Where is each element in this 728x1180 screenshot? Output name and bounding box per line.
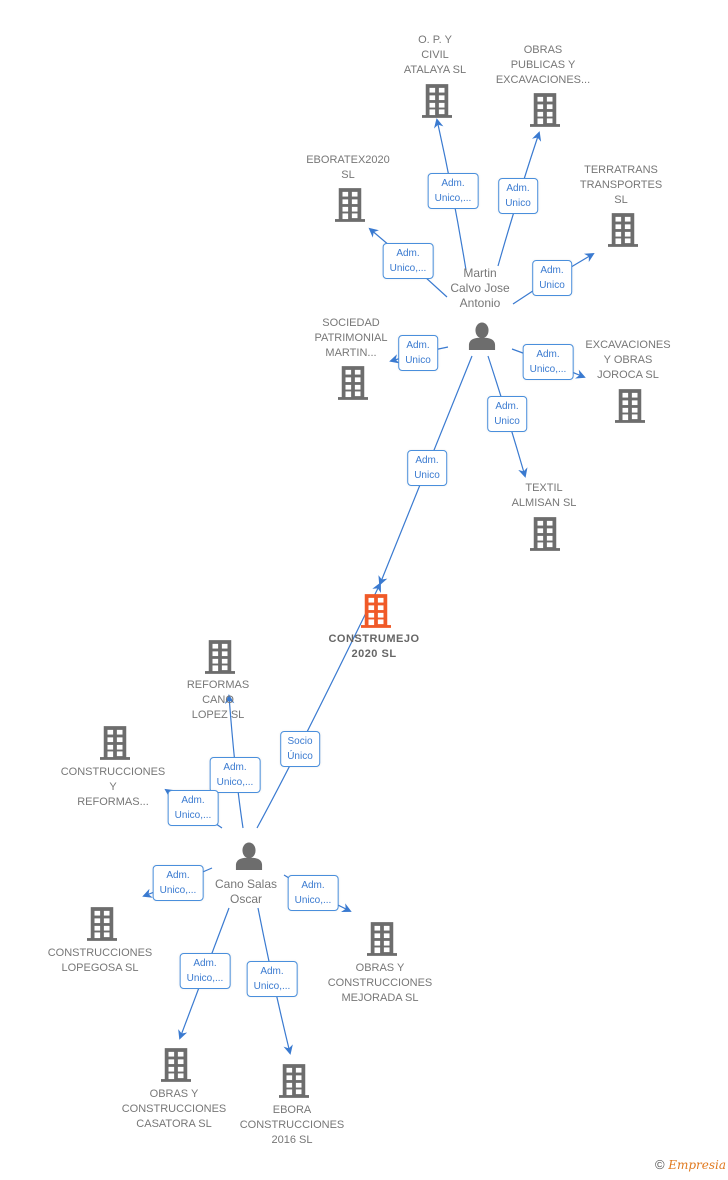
company-label[interactable]: EBORATEX2020 SL — [306, 153, 390, 183]
company-label[interactable]: OBRAS PUBLICAS Y EXCAVACIONES... — [496, 43, 590, 88]
person-label[interactable]: Martin Calvo Jose Antonio — [450, 266, 509, 311]
edge-label-p1-c7[interactable]: Adm. Unico — [487, 396, 527, 432]
building-icon[interactable] — [608, 213, 638, 252]
building-icon[interactable] — [530, 93, 560, 132]
copyright-icon: © — [654, 1157, 665, 1172]
building-icon[interactable] — [422, 84, 452, 123]
edge-label-p2-c12[interactable]: Adm. Unico,... — [179, 953, 231, 989]
edge-label-p2-c11[interactable]: Adm. Unico,... — [287, 875, 339, 911]
person-label[interactable]: Cano Salas Oscar — [215, 877, 277, 907]
building-icon[interactable] — [279, 1064, 309, 1103]
building-icon[interactable] — [530, 517, 560, 556]
brand-logo[interactable]: Empresia — [668, 1158, 726, 1172]
edge-label-p1-c1[interactable]: Adm. Unico,... — [427, 173, 479, 209]
edge-label-p1-c0[interactable]: Adm. Unico — [407, 450, 447, 486]
building-icon[interactable] — [87, 907, 117, 946]
company-label[interactable]: EBORA CONSTRUCCIONES 2016 SL — [240, 1103, 345, 1148]
person-icon[interactable] — [467, 322, 497, 355]
company-label[interactable]: CONSTRUCCIONES Y REFORMAS... — [61, 765, 166, 810]
edge-label-p1-c2[interactable]: Adm. Unico — [498, 178, 538, 214]
company-label[interactable]: OBRAS Y CONSTRUCCIONES CASATORA SL — [122, 1087, 227, 1132]
edge-label-p2-c13[interactable]: Adm. Unico,... — [246, 961, 298, 997]
edge-label-p1-c5[interactable]: Adm. Unico — [398, 335, 438, 371]
company-label[interactable]: SOCIEDAD PATRIMONIAL MARTIN... — [315, 316, 388, 361]
building-icon[interactable] — [100, 726, 130, 765]
building-icon[interactable] — [615, 389, 645, 428]
company-label[interactable]: EXCAVACIONES Y OBRAS JOROCA SL — [585, 338, 670, 383]
building-icon[interactable] — [367, 922, 397, 961]
edge-label-p1-c4[interactable]: Adm. Unico — [532, 260, 572, 296]
company-label[interactable]: O. P. Y CIVIL ATALAYA SL — [404, 33, 466, 78]
company-label[interactable]: OBRAS Y CONSTRUCCIONES MEJORADA SL — [328, 961, 433, 1006]
edge-label-p2-c10[interactable]: Adm. Unico,... — [152, 865, 204, 901]
edge-label-p1-c3[interactable]: Adm. Unico,... — [382, 243, 434, 279]
building-icon[interactable] — [161, 1048, 191, 1087]
edge-label-p2-c8[interactable]: Adm. Unico,... — [209, 757, 261, 793]
company-label[interactable]: CONSTRUCCIONES LOPEGOSA SL — [48, 946, 153, 976]
company-label[interactable]: TEXTIL ALMISAN SL — [512, 481, 577, 511]
building-icon[interactable] — [335, 188, 365, 227]
company-label[interactable]: REFORMAS CANO LOPEZ SL — [187, 678, 249, 723]
main-company-label[interactable]: CONSTRUMEJO 2020 SL — [328, 632, 419, 662]
company-label[interactable]: TERRATRANS TRANSPORTES SL — [580, 163, 662, 208]
building-icon[interactable] — [338, 366, 368, 405]
person-icon[interactable] — [234, 842, 264, 875]
main-company-building-icon[interactable] — [361, 594, 391, 633]
edge-label-p1-c6[interactable]: Adm. Unico,... — [522, 344, 574, 380]
copyright-footer: © Empresia — [655, 1157, 726, 1172]
building-icon[interactable] — [205, 640, 235, 679]
edge-label-p2-c9[interactable]: Adm. Unico,... — [167, 790, 219, 826]
edge-label-p2-c0[interactable]: Socio Único — [280, 731, 320, 767]
